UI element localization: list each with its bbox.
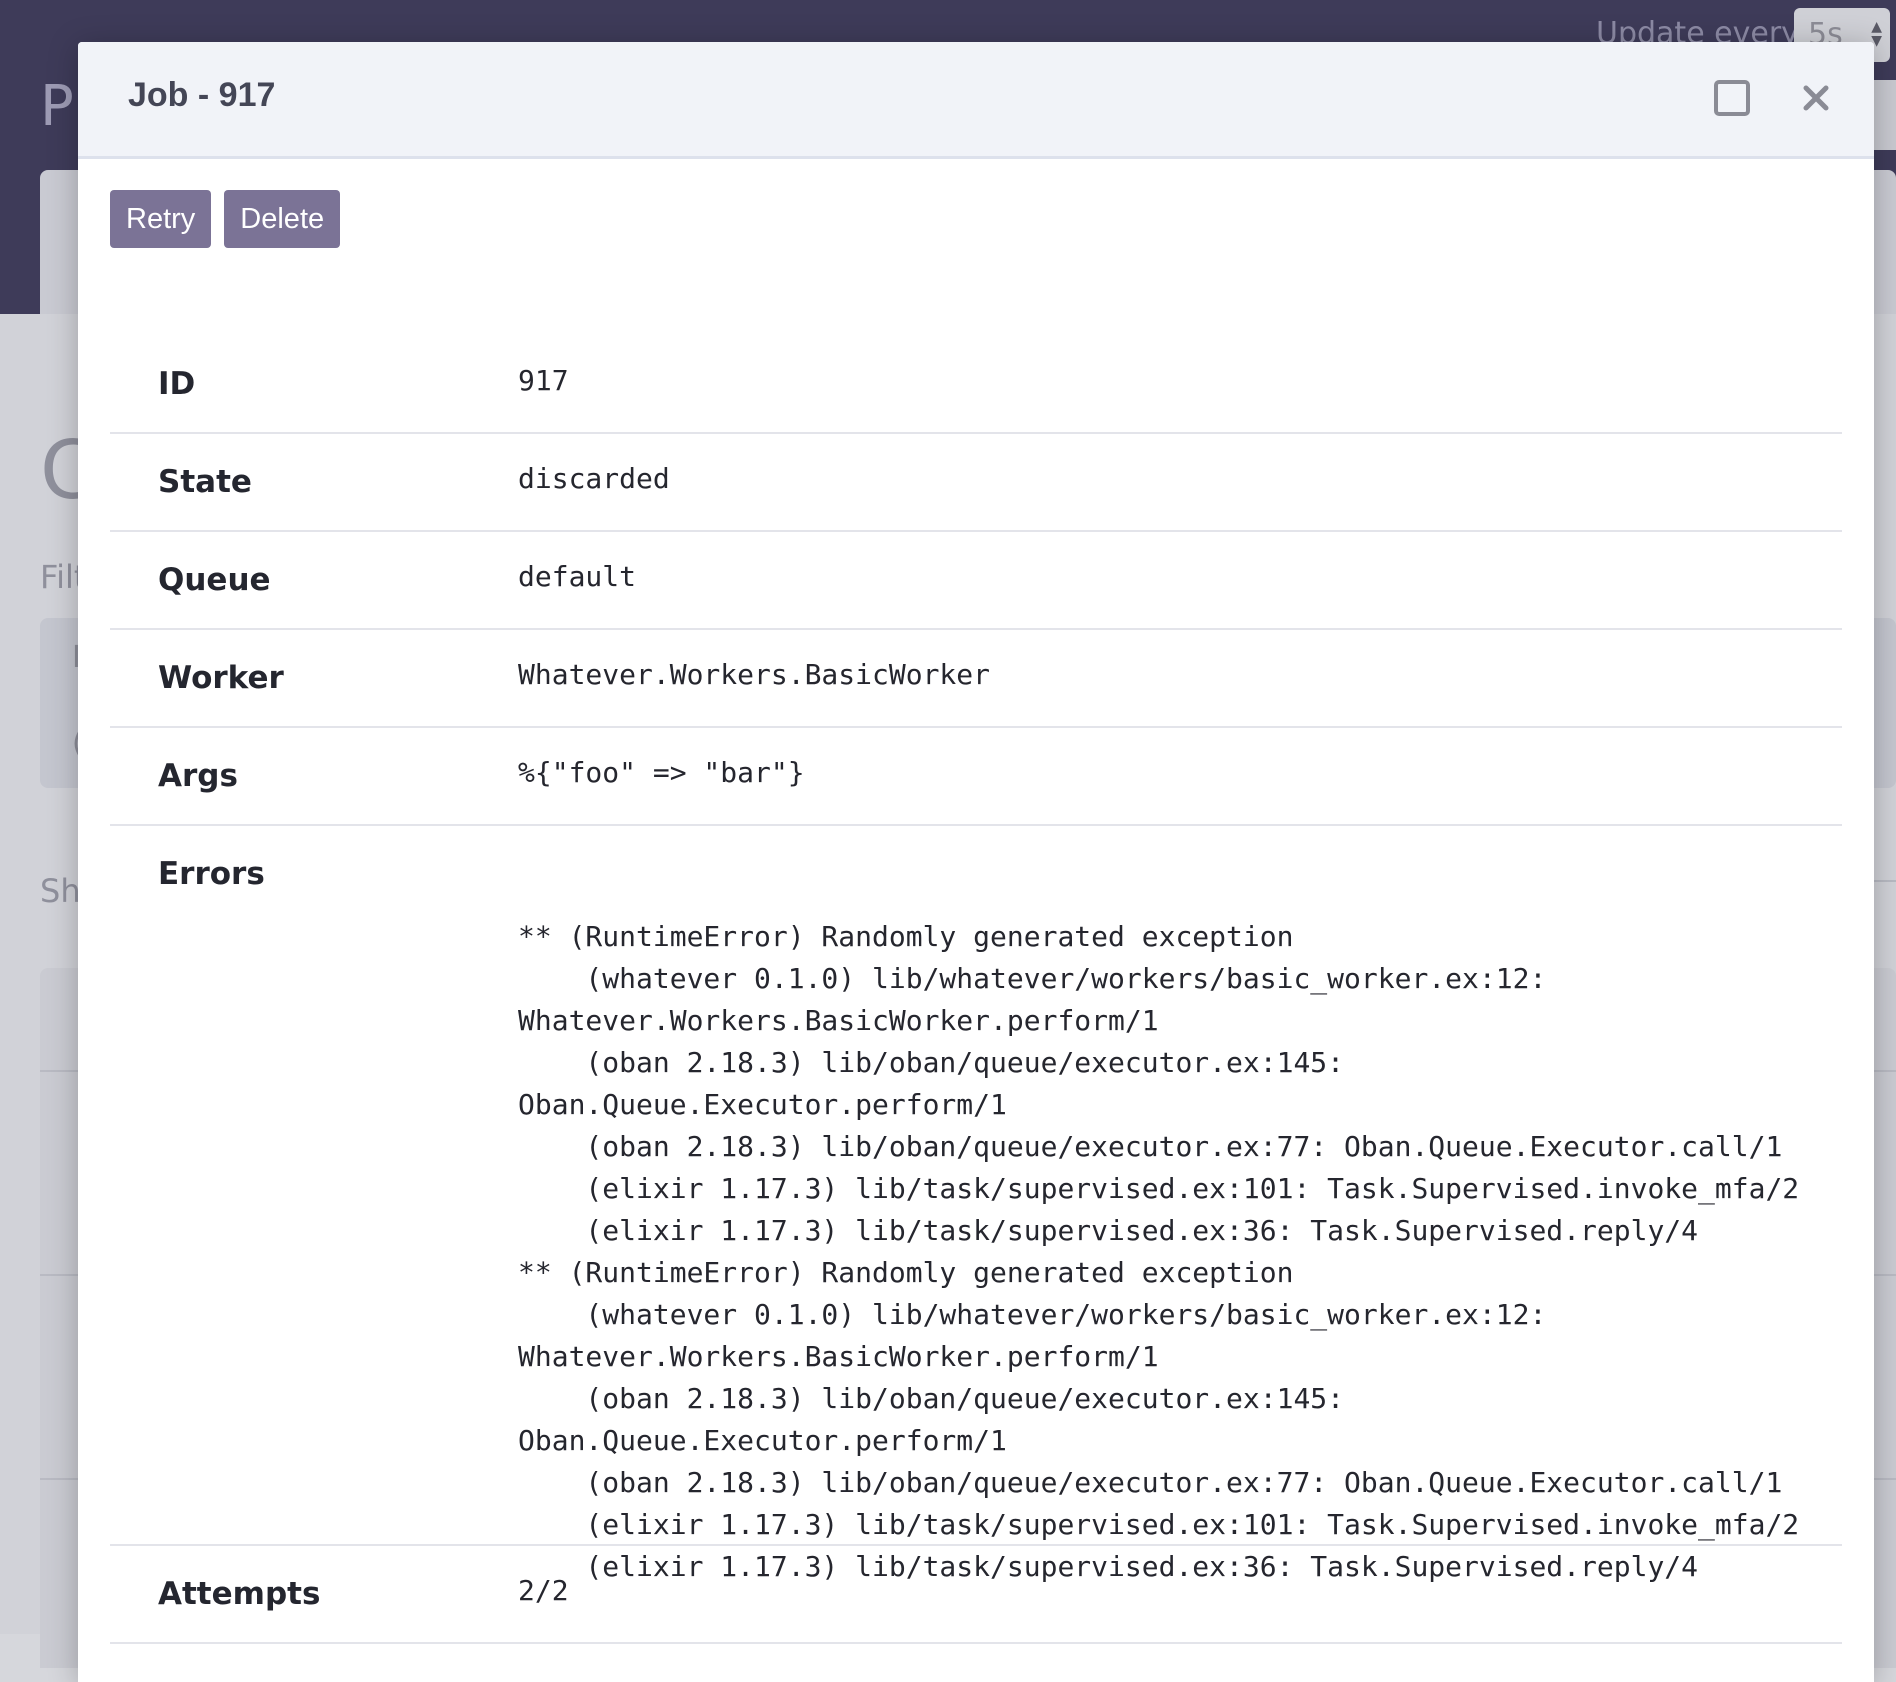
detail-label: Args: [158, 758, 238, 794]
modal-header: Job - 917: [78, 42, 1874, 159]
detail-row-id: ID 917: [110, 336, 1842, 434]
maximize-icon[interactable]: [1714, 80, 1750, 116]
job-state-value: discarded: [518, 462, 670, 495]
job-action-bar: Retry Delete: [110, 190, 353, 248]
job-args-value: %{"foo" => "bar"}: [518, 756, 805, 789]
detail-label: Worker: [158, 660, 284, 696]
detail-row-errors: Errors ** (RuntimeError) Randomly genera…: [110, 826, 1842, 1583]
detail-label: Errors: [158, 856, 265, 892]
job-detail-modal: Job - 917 Retry Delete ID 917 State disca…: [78, 42, 1874, 1682]
detail-label: Queue: [158, 562, 271, 598]
close-icon[interactable]: [1794, 76, 1838, 120]
detail-label: Attempts: [158, 1576, 321, 1612]
error-stacktrace: ** (RuntimeError) Randomly generated exc…: [518, 920, 1800, 1583]
detail-row-worker: Worker Whatever.Workers.BasicWorker: [110, 630, 1842, 728]
job-worker-value: Whatever.Workers.BasicWorker: [518, 658, 991, 691]
job-attempts-value: 2/2: [518, 1574, 569, 1607]
delete-button[interactable]: Delete: [224, 190, 341, 248]
page-title: P: [40, 74, 74, 139]
job-errors-value: ** (RuntimeError) Randomly generated exc…: [518, 850, 1799, 1654]
job-queue-value: default: [518, 560, 637, 593]
detail-label: State: [158, 464, 252, 500]
detail-row-args: Args %{"foo" => "bar"}: [110, 728, 1842, 826]
show-label: Sh: [40, 872, 81, 910]
job-id-value: 917: [518, 364, 569, 397]
modal-title: Job - 917: [128, 76, 276, 114]
job-details-table: ID 917 State discarded Queue default Wor…: [110, 336, 1842, 1644]
detail-row-queue: Queue default: [110, 532, 1842, 630]
retry-button[interactable]: Retry: [110, 190, 212, 248]
detail-label: ID: [158, 366, 196, 402]
detail-row-attempts: Attempts 2/2: [110, 1546, 1842, 1644]
detail-row-state: State discarded: [110, 434, 1842, 532]
